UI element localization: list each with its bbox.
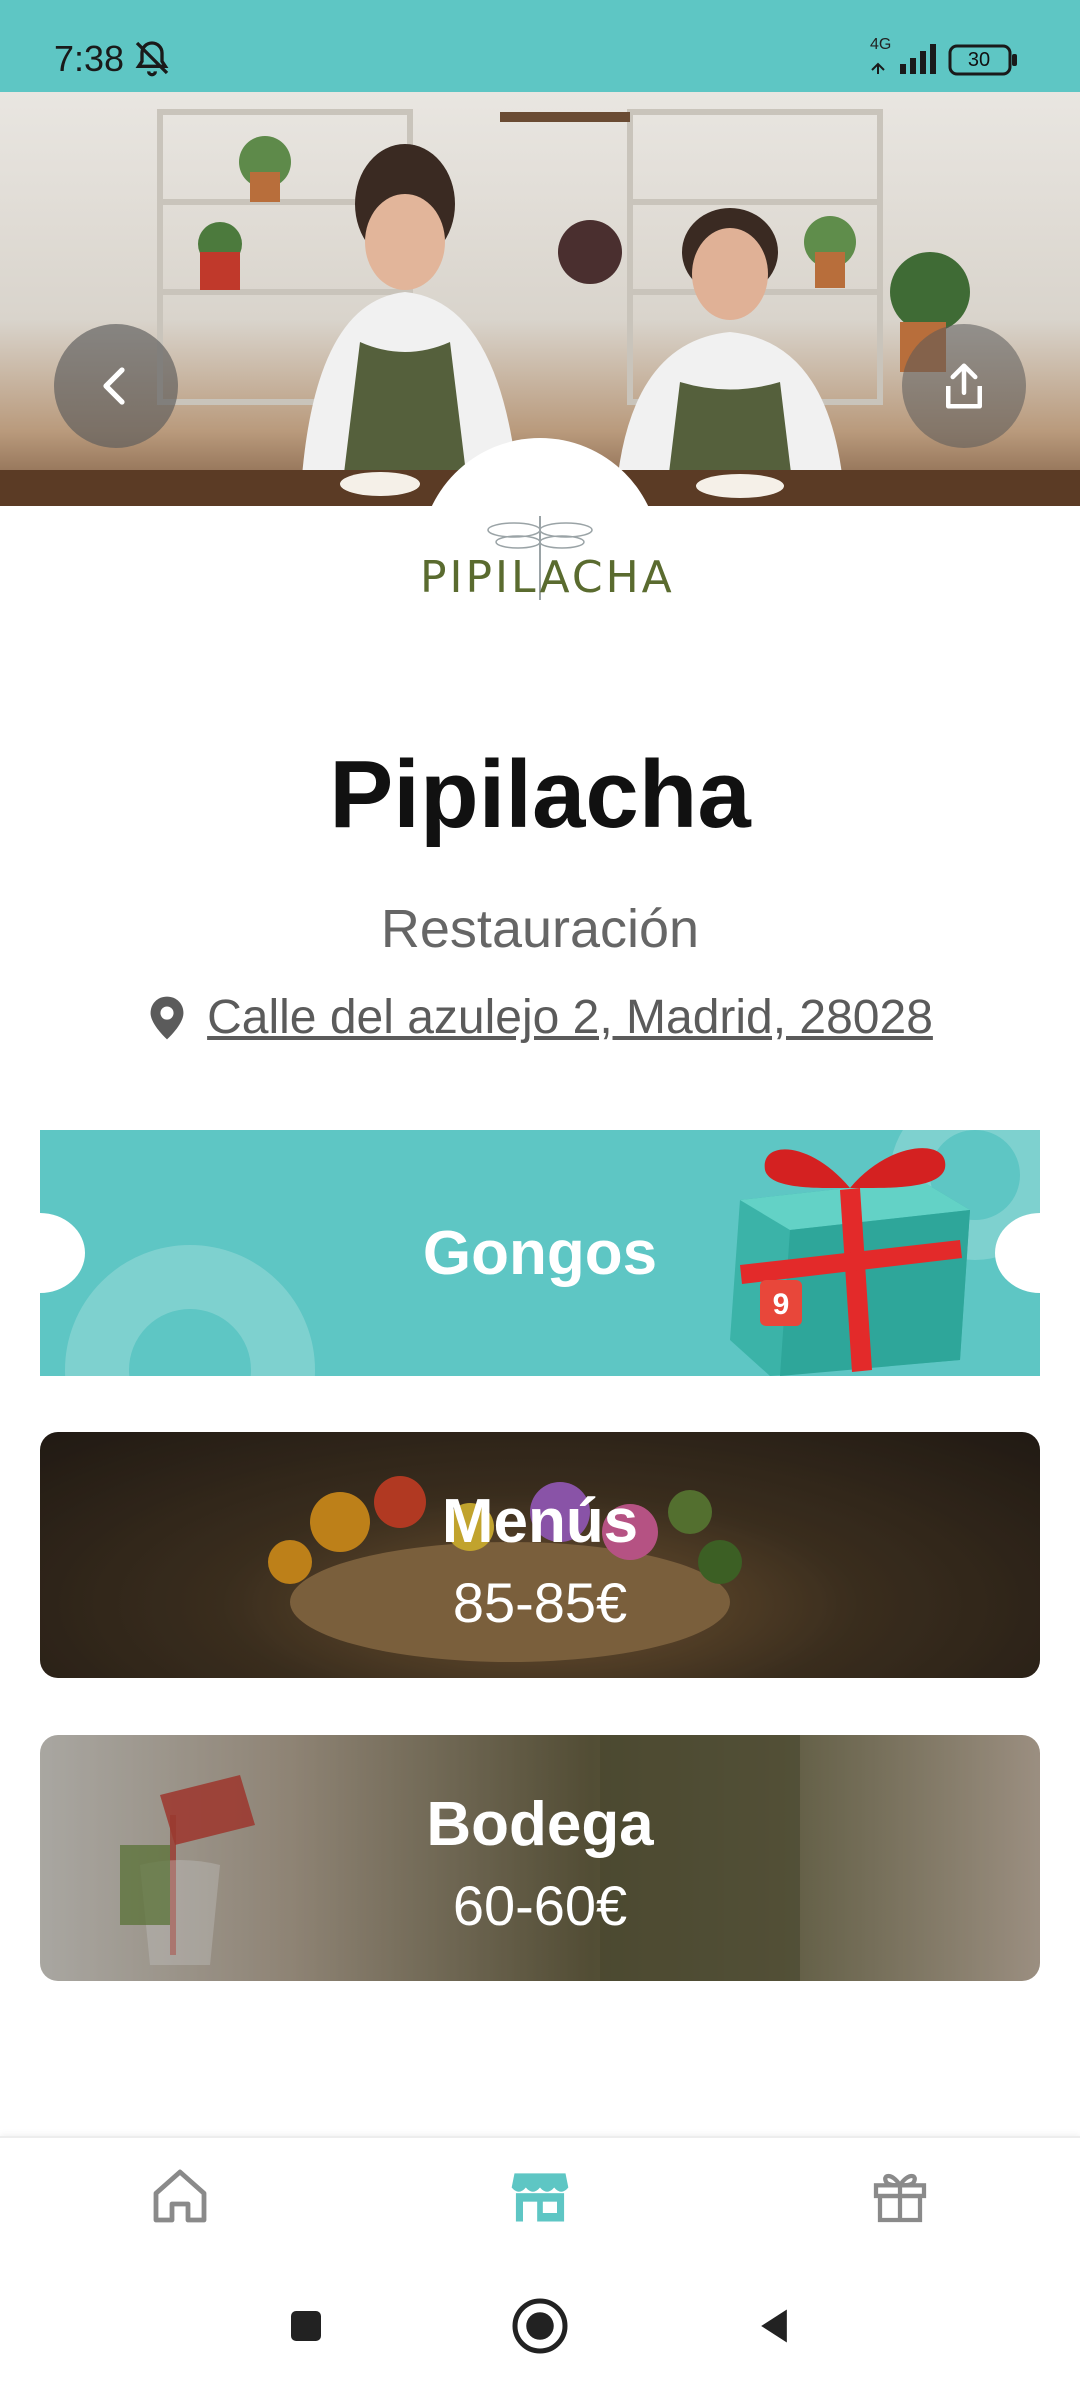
back-triangle-icon — [761, 2309, 787, 2343]
store-icon — [511, 2173, 569, 2222]
battery-level: 30 — [967, 49, 991, 71]
gift-icon — [873, 2173, 927, 2223]
logo-wordmark: PIPILACHA — [420, 552, 675, 603]
home-icon — [153, 2169, 207, 2223]
share-icon — [946, 363, 982, 409]
recents-icon — [291, 2311, 321, 2341]
bottom-nav — [0, 2136, 1080, 2256]
home-circle-icon — [512, 2298, 568, 2354]
bell-off-icon — [135, 41, 169, 77]
business-category: Restauración — [380, 899, 700, 959]
status-time: 7:38 — [54, 38, 125, 79]
signal-icon — [871, 44, 936, 74]
nav-home[interactable] — [140, 2156, 220, 2236]
gift-badge: 9 — [773, 1288, 790, 1321]
location-pin-icon — [150, 996, 184, 1039]
business-name: Pipilacha — [329, 741, 751, 848]
back-button[interactable] — [54, 324, 178, 448]
gift-box-icon: 9 — [730, 1148, 970, 1376]
address-link[interactable]: Calle del azulejo 2, Madrid, 28028 — [0, 990, 1080, 1045]
system-nav — [0, 2256, 1080, 2400]
gongos-banner[interactable]: Gongos 9 — [40, 1130, 1040, 1376]
share-button[interactable] — [902, 324, 1026, 448]
home-button[interactable] — [500, 2286, 580, 2366]
menus-card[interactable]: Menús 85-85€ — [40, 1432, 1040, 1678]
address-text[interactable]: Calle del azulejo 2, Madrid, 28028 — [207, 990, 933, 1045]
nav-gifts[interactable] — [860, 2156, 940, 2236]
status-bar: 7:38 4G 30 — [0, 0, 1080, 92]
bodega-price: 60-60€ — [452, 1874, 628, 1937]
bodega-card[interactable]: Bodega 60-60€ — [40, 1735, 1040, 1981]
menus-price: 85-85€ — [452, 1571, 628, 1634]
bodega-title: Bodega — [426, 1790, 654, 1859]
menus-title: Menús — [441, 1487, 639, 1556]
nav-store[interactable] — [500, 2156, 580, 2236]
back-nav-button[interactable] — [734, 2286, 814, 2366]
recents-button[interactable] — [266, 2286, 346, 2366]
chevron-left-icon — [103, 367, 125, 405]
